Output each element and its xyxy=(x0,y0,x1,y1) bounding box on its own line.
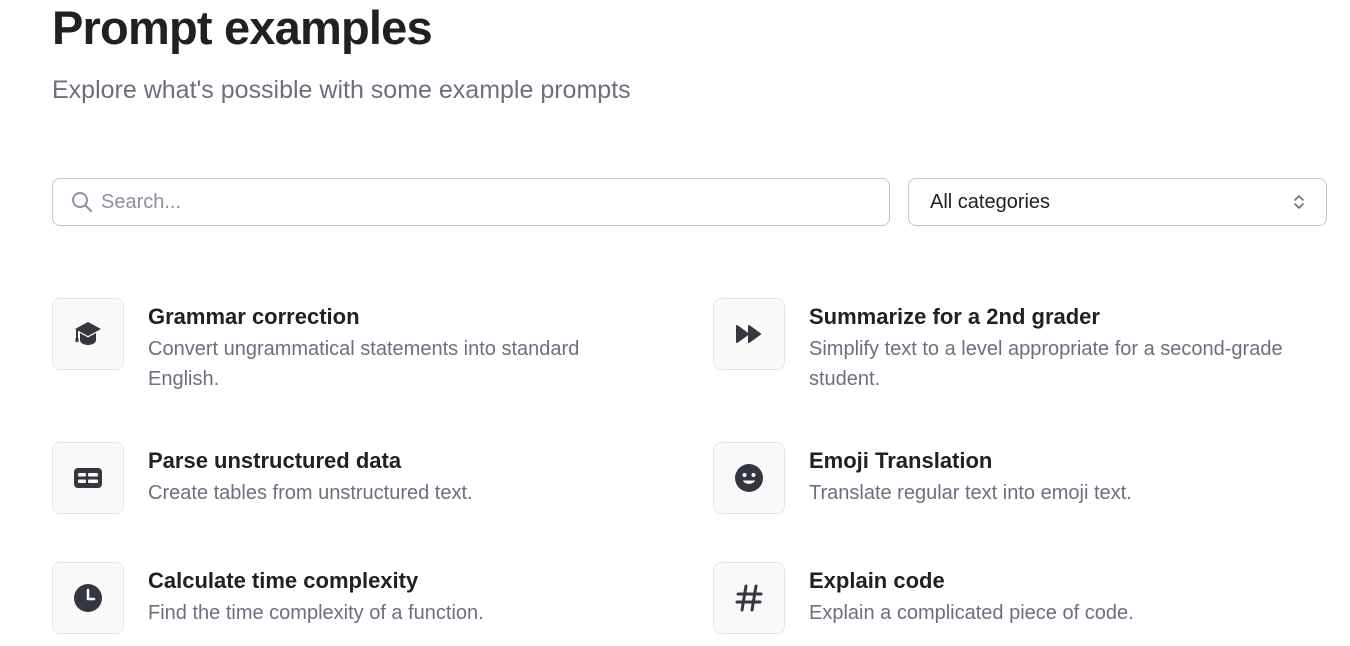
example-emoji-translation[interactable]: Emoji Translation Translate regular text… xyxy=(713,442,1329,514)
fast-forward-icon xyxy=(736,325,761,343)
page-subtitle: Explore what's possible with some exampl… xyxy=(52,76,631,104)
example-calculate-time-complexity[interactable]: Calculate time complexity Find the time … xyxy=(52,562,648,634)
example-icon-box xyxy=(52,562,124,634)
example-text: Calculate time complexity Find the time … xyxy=(148,562,648,628)
page-title: Prompt examples xyxy=(52,1,433,54)
search-box[interactable] xyxy=(52,178,890,226)
search-input[interactable] xyxy=(101,190,861,214)
example-parse-unstructured-data[interactable]: Parse unstructured data Create tables fr… xyxy=(52,442,648,514)
table-icon xyxy=(74,468,102,488)
chevron-up-down-icon xyxy=(1292,192,1306,212)
example-description: Find the time complexity of a function. xyxy=(148,602,484,624)
example-text: Parse unstructured data Create tables fr… xyxy=(148,442,648,508)
example-icon-box xyxy=(52,298,124,370)
example-title: Parse unstructured data xyxy=(148,448,402,473)
example-title: Summarize for a 2nd grader xyxy=(809,304,1100,329)
example-title: Explain code xyxy=(809,568,945,593)
example-summarize-2nd-grader[interactable]: Summarize for a 2nd grader Simplify text… xyxy=(713,298,1329,394)
example-icon-box xyxy=(713,442,785,514)
category-select[interactable]: All categories xyxy=(908,178,1327,226)
example-text: Explain code Explain a complicated piece… xyxy=(809,562,1329,628)
smiley-face-icon xyxy=(735,464,763,492)
example-title: Calculate time complexity xyxy=(148,568,419,593)
prompt-examples-page: Prompt examples Explore what's possible … xyxy=(0,0,1350,646)
example-icon-box xyxy=(713,298,785,370)
example-explain-code[interactable]: Explain code Explain a complicated piece… xyxy=(713,562,1329,634)
category-select-value: All categories xyxy=(930,190,1051,213)
example-text: Summarize for a 2nd grader Simplify text… xyxy=(809,298,1329,394)
example-text: Emoji Translation Translate regular text… xyxy=(809,442,1329,508)
example-description: Create tables from unstructured text. xyxy=(148,482,473,504)
example-description: Convert ungrammatical statements into st… xyxy=(148,338,580,390)
search-icon xyxy=(71,191,93,213)
example-title: Grammar correction xyxy=(148,304,360,329)
hashtag-icon xyxy=(735,584,763,612)
clock-icon xyxy=(74,584,102,612)
graduation-cap-icon xyxy=(75,322,101,345)
example-icon-box xyxy=(52,442,124,514)
example-description: Translate regular text into emoji text. xyxy=(809,482,1132,504)
example-icon-box xyxy=(713,562,785,634)
example-title: Emoji Translation xyxy=(809,448,993,473)
example-grammar-correction[interactable]: Grammar correction Convert ungrammatical… xyxy=(52,298,648,394)
example-description: Explain a complicated piece of code. xyxy=(809,602,1134,624)
example-description: Simplify text to a level appropriate for… xyxy=(809,338,1283,390)
example-text: Grammar correction Convert ungrammatical… xyxy=(148,298,648,394)
